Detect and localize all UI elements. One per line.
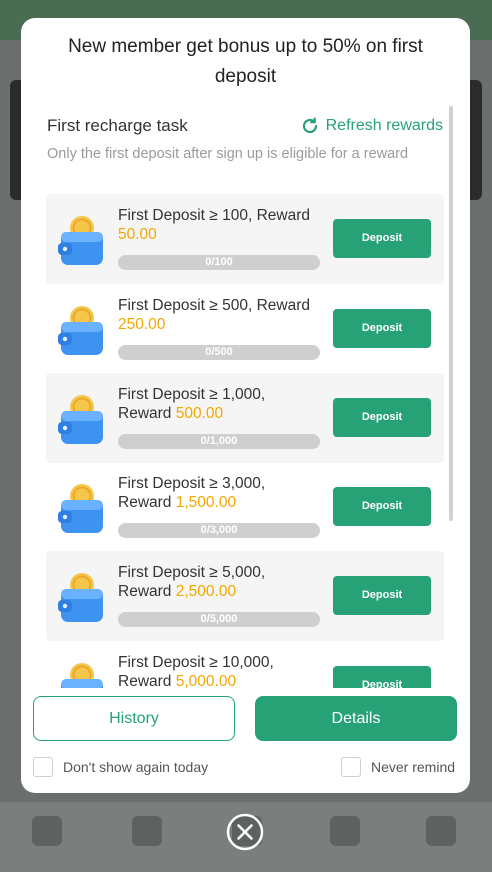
wallet-coin-icon — [58, 306, 103, 355]
nav-home-icon — [32, 816, 62, 846]
task-text: First Deposit ≥ 100, Reward — [118, 207, 310, 224]
wallet-coin-icon — [61, 663, 103, 688]
panel-scrollbar[interactable] — [449, 106, 453, 521]
task-description: First Deposit ≥ 1,000, Reward 500.00 — [118, 385, 318, 423]
task-description: First Deposit ≥ 10,000, Reward 5,000.00 — [118, 653, 318, 688]
progress-bar: 0/3,000 — [118, 523, 320, 538]
task-card: First Deposit ≥ 100, Reward 50.00 Deposi… — [46, 194, 444, 284]
task-description: First Deposit ≥ 3,000, Reward 1,500.00 — [118, 474, 318, 512]
task-card: First Deposit ≥ 10,000, Reward 5,000.00 … — [46, 641, 444, 688]
deposit-button[interactable]: Deposit — [333, 219, 431, 258]
task-reward: 1,500.00 — [175, 494, 237, 511]
task-reward: 500.00 — [175, 405, 224, 422]
deposit-button[interactable]: Deposit — [333, 398, 431, 437]
task-description: First Deposit ≥ 5,000, Reward 2,500.00 — [118, 563, 318, 601]
task-text: First Deposit ≥ 500, Reward — [118, 297, 310, 314]
task-reward: 5,000.00 — [175, 673, 237, 688]
task-description: First Deposit ≥ 500, Reward 250.00 — [118, 296, 318, 334]
task-reward: 50.00 — [118, 226, 157, 243]
bonus-modal: New member get bonus up to 50% on first … — [21, 18, 470, 793]
progress-bar: 0/500 — [118, 345, 320, 360]
details-button[interactable]: Details — [255, 696, 457, 741]
progress-bar: 0/100 — [118, 255, 320, 270]
task-title: First recharge task — [47, 116, 188, 135]
close-icon[interactable] — [226, 813, 264, 851]
deposit-button[interactable]: Deposit — [333, 666, 431, 688]
nav-item-icon — [132, 816, 162, 846]
progress-bar: 0/1,000 — [118, 434, 320, 449]
dont-show-today-checkbox[interactable] — [33, 757, 53, 777]
nav-item-icon — [426, 816, 456, 846]
task-card: First Deposit ≥ 3,000, Reward 1,500.00 D… — [46, 462, 444, 552]
task-panel[interactable]: First recharge task Refresh rewards Only… — [33, 102, 459, 688]
progress-bar: 0/5,000 — [118, 612, 320, 627]
refresh-rewards-button[interactable]: Refresh rewards — [300, 116, 443, 136]
task-reward: 250.00 — [118, 316, 166, 333]
deposit-button[interactable]: Deposit — [333, 309, 431, 348]
deposit-button[interactable]: Deposit — [333, 487, 431, 526]
task-description: First Deposit ≥ 100, Reward 50.00 — [118, 206, 318, 244]
task-card: First Deposit ≥ 500, Reward 250.00 Depos… — [46, 284, 444, 374]
task-reward: 2,500.00 — [175, 583, 237, 600]
never-remind-label: Never remind — [371, 759, 456, 775]
wallet-coin-icon — [58, 216, 103, 265]
history-button[interactable]: History — [33, 696, 235, 741]
task-subtitle: Only the first deposit after sign up is … — [47, 146, 409, 162]
wallet-coin-icon — [58, 573, 103, 622]
nav-item-icon — [330, 816, 360, 846]
refresh-label: Refresh rewards — [325, 117, 443, 134]
wallet-coin-icon — [58, 395, 103, 444]
modal-title: New member get bonus up to 50% on first … — [68, 36, 423, 87]
deposit-button[interactable]: Deposit — [333, 576, 431, 615]
task-card: First Deposit ≥ 1,000, Reward 500.00 Dep… — [46, 373, 444, 463]
task-card: First Deposit ≥ 5,000, Reward 2,500.00 D… — [46, 551, 444, 641]
wallet-coin-icon — [58, 484, 103, 533]
dont-show-today-label: Don't show again today — [63, 759, 209, 775]
never-remind-checkbox[interactable] — [341, 757, 361, 777]
refresh-icon — [302, 117, 317, 134]
